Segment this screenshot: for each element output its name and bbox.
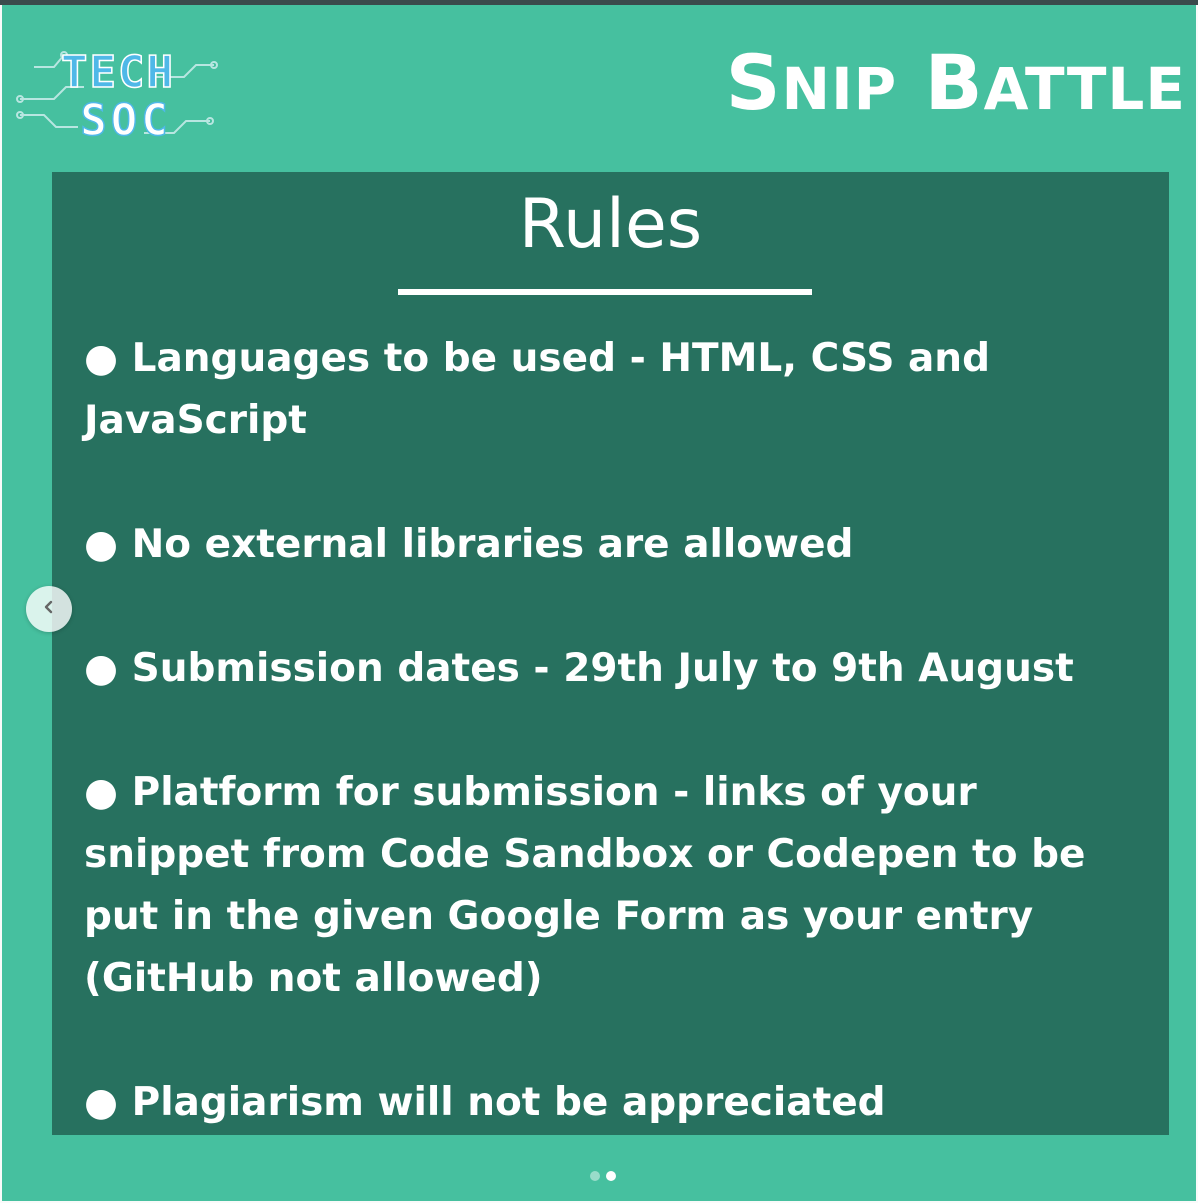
carousel-dot-1[interactable] — [590, 1171, 600, 1181]
title-second-initial: B — [924, 38, 984, 127]
logo-line2: SOC — [80, 95, 171, 146]
rule-submission-dates: ● Submission dates - 29th July to 9th Au… — [84, 646, 1074, 691]
rule-no-libraries: ● No external libraries are allowed — [84, 522, 854, 567]
rule-platform: ● Platform for submission - links of you… — [84, 770, 1086, 1001]
techsoc-logo: TECH SOC — [14, 37, 224, 157]
heading-underline — [398, 289, 812, 295]
carousel-dot-2[interactable] — [606, 1171, 616, 1181]
rules-panel: Rules ● Languages to be used - HTML, CSS… — [52, 172, 1169, 1135]
title-first-initial: S — [725, 38, 782, 127]
rules-heading: Rules — [518, 185, 703, 264]
carousel-slide: TECH SOC SNIP BATTLE Rules ● Languages t… — [2, 5, 1196, 1201]
previous-slide-button[interactable] — [26, 586, 72, 632]
carousel-indicator — [590, 1171, 616, 1181]
rule-plagiarism: ● Plagiarism will not be appreciated — [84, 1080, 886, 1125]
chevron-left-icon — [40, 598, 58, 620]
logo-line1: TECH — [61, 47, 175, 98]
title-first-rest: NIP — [781, 55, 898, 123]
title-second-rest: ATTLE — [983, 55, 1186, 123]
event-title: SNIP BATTLE — [726, 45, 1186, 121]
rule-languages: ● Languages to be used - HTML, CSS and J… — [84, 336, 990, 443]
